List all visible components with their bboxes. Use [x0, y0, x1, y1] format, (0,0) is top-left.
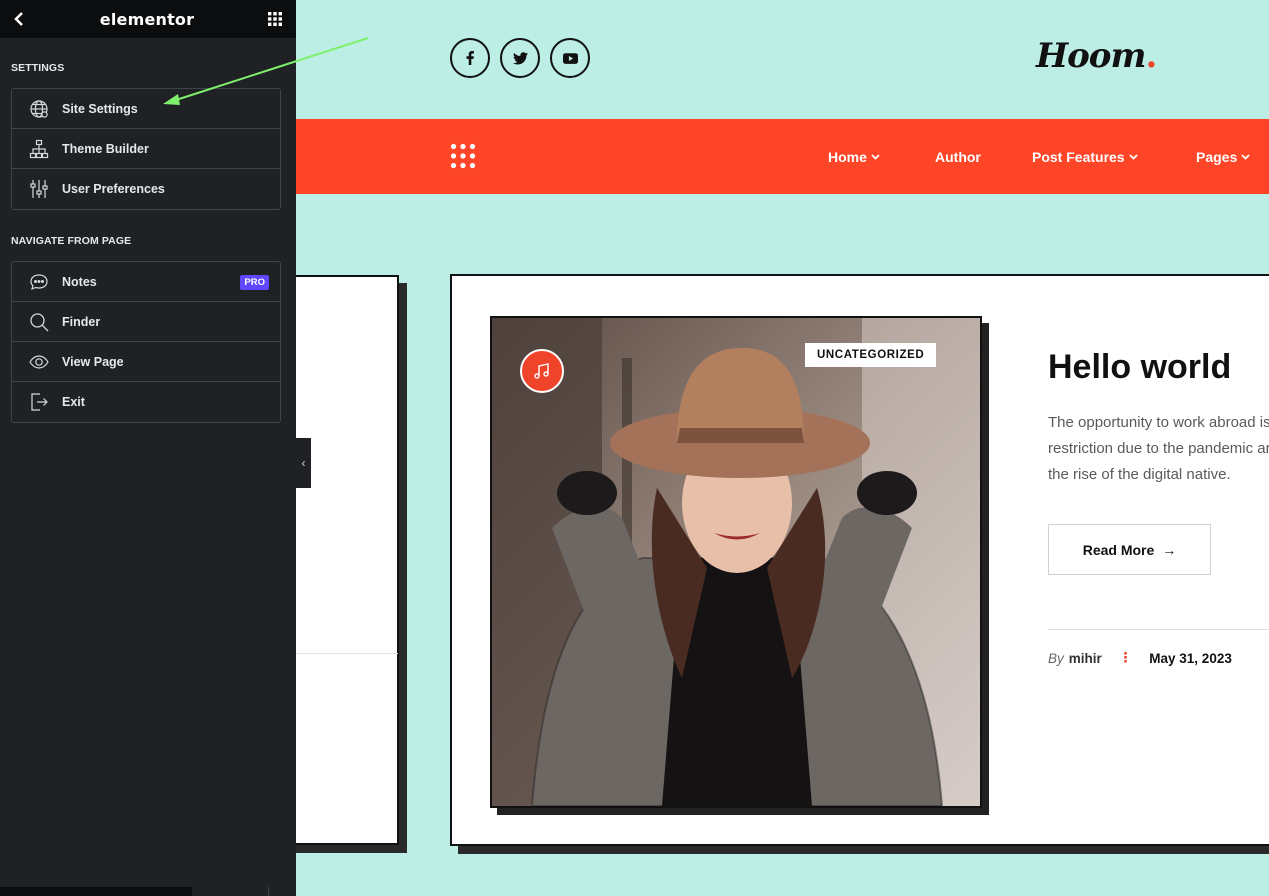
- post-author-link[interactable]: mihir: [1069, 651, 1102, 666]
- category-tag[interactable]: UNCATEGORIZED: [805, 343, 937, 367]
- excerpt-line: restriction due to the pandemic ar: [1048, 440, 1269, 457]
- card-divider: [296, 653, 398, 654]
- logo-dot: .: [1145, 36, 1157, 76]
- apps-grid-icon[interactable]: [266, 10, 284, 28]
- globe-icon: [28, 98, 50, 120]
- menu-item-label: View Page: [62, 354, 124, 369]
- nav-author-label: Author: [935, 149, 981, 165]
- meta-divider: [1048, 629, 1269, 630]
- settings-heading: SETTINGS: [11, 62, 65, 74]
- panel-footer-bar: [0, 887, 192, 896]
- logo-text: Hoom: [1036, 36, 1146, 76]
- elementor-panel: elementor SETTINGS Site Settings Theme B…: [0, 0, 296, 896]
- post-excerpt: The opportunity to work abroad is restri…: [1048, 410, 1269, 488]
- post-title[interactable]: Hello world: [1048, 348, 1231, 387]
- menu-dots-icon[interactable]: [450, 143, 476, 169]
- sliders-icon: [28, 178, 50, 200]
- exit-icon: [28, 391, 50, 413]
- nav-home[interactable]: Home: [828, 149, 880, 165]
- panel-header: elementor: [0, 0, 296, 38]
- eye-icon: [28, 351, 50, 373]
- search-icon: [28, 311, 50, 333]
- navigate-heading: NAVIGATE FROM PAGE: [11, 235, 132, 247]
- nav-pages[interactable]: Pages: [1196, 149, 1250, 165]
- menu-item-label: Theme Builder: [62, 141, 149, 156]
- menu-item-label: Site Settings: [62, 101, 138, 116]
- menu-item-theme-builder[interactable]: Theme Builder: [12, 129, 280, 169]
- settings-menu: Site Settings Theme Builder User Prefere…: [11, 88, 281, 210]
- excerpt-line: The opportunity to work abroad is: [1048, 414, 1269, 431]
- panel-collapse-button[interactable]: ‹: [296, 438, 311, 488]
- menu-item-user-preferences[interactable]: User Preferences: [12, 169, 280, 209]
- chat-icon: [28, 271, 50, 293]
- back-icon[interactable]: [10, 10, 28, 28]
- post-date: May 31, 2023: [1149, 650, 1232, 666]
- chevron-down-icon: [1128, 154, 1138, 160]
- site-preview: Hoom. Home Author Post Features Pages UN…: [296, 0, 1269, 896]
- post-card-previous: [296, 275, 399, 845]
- by-label: By: [1048, 650, 1064, 666]
- nav-post-features[interactable]: Post Features: [1032, 149, 1138, 165]
- twitter-icon[interactable]: [500, 38, 540, 78]
- sitemap-icon: [28, 138, 50, 160]
- nav-post-features-label: Post Features: [1032, 149, 1125, 165]
- post-featured-image[interactable]: UNCATEGORIZED: [490, 316, 982, 808]
- meta-separator: ⋮: [1118, 650, 1133, 665]
- menu-item-label: User Preferences: [62, 182, 165, 196]
- menu-item-site-settings[interactable]: Site Settings: [12, 89, 280, 129]
- arrow-right-icon: →: [1162, 541, 1177, 558]
- nav-pages-label: Pages: [1196, 149, 1238, 165]
- post-meta: By mihir ⋮ May 31, 2023: [1048, 650, 1232, 666]
- chevron-down-icon: [1241, 154, 1250, 160]
- panel-footer-divider: [268, 887, 269, 896]
- pro-badge: PRO: [240, 275, 269, 290]
- music-format-icon: [520, 349, 564, 393]
- read-more-button[interactable]: Read More →: [1048, 524, 1211, 575]
- navigate-menu: Notes PRO Finder View Page Exit: [11, 261, 281, 423]
- site-logo[interactable]: Hoom.: [1036, 36, 1157, 76]
- menu-item-label: Finder: [62, 314, 101, 329]
- main-navbar: Home Author Post Features Pages: [296, 119, 1269, 194]
- chevron-down-icon: [871, 154, 880, 160]
- nav-home-label: Home: [828, 149, 867, 165]
- panel-title: elementor: [99, 9, 195, 29]
- read-more-label: Read More: [1082, 541, 1155, 558]
- menu-item-notes[interactable]: Notes PRO: [12, 262, 280, 302]
- excerpt-line: the rise of the digital native.: [1048, 466, 1231, 483]
- menu-item-view-page[interactable]: View Page: [12, 342, 280, 382]
- youtube-icon[interactable]: [550, 38, 590, 78]
- woman-in-hat-photo: [492, 318, 980, 806]
- menu-item-label: Notes: [62, 274, 97, 289]
- nav-author[interactable]: Author: [935, 149, 981, 165]
- menu-item-exit[interactable]: Exit: [12, 382, 280, 422]
- facebook-icon[interactable]: [450, 38, 490, 78]
- menu-item-label: Exit: [62, 395, 85, 409]
- post-card: UNCATEGORIZED Hello world The opportunit…: [450, 274, 1269, 846]
- menu-item-finder[interactable]: Finder: [12, 302, 280, 342]
